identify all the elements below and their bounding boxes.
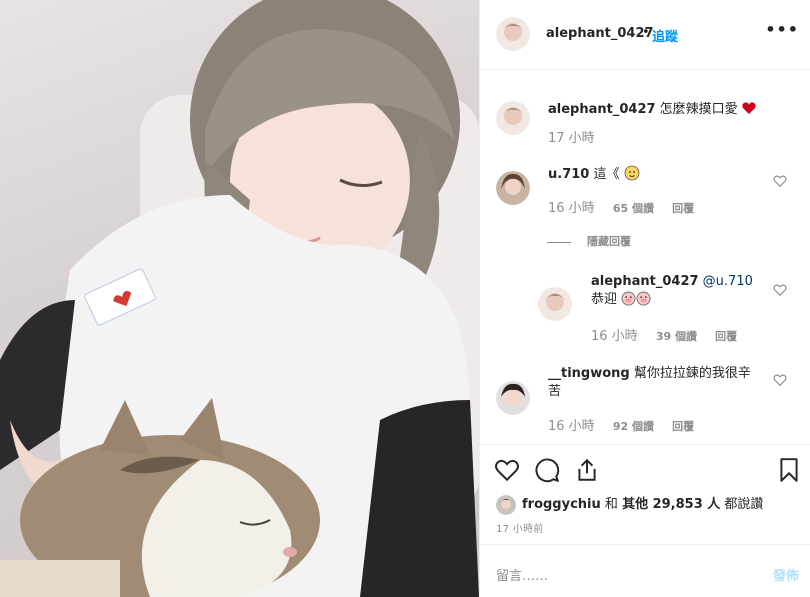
- post-photo[interactable]: [0, 0, 479, 597]
- author-avatar[interactable]: [496, 17, 530, 51]
- comment-likes[interactable]: 65 個讚: [613, 202, 654, 215]
- comment-input[interactable]: 留言……: [496, 565, 548, 584]
- reply-reply-button[interactable]: 回覆: [715, 330, 737, 343]
- likes-others[interactable]: 其他 29,853 人: [622, 497, 720, 512]
- likes-summary: froggychiu 和 其他 29,853 人 都說讚: [496, 493, 763, 515]
- follow-button[interactable]: 追蹤: [652, 26, 678, 45]
- add-comment-bar: 留言…… 發佈: [480, 544, 810, 597]
- comment-icon[interactable]: [534, 457, 560, 483]
- comment-time: 16 小時: [548, 201, 595, 216]
- separator-dot: •: [642, 25, 650, 40]
- post-actions: froggychiu 和 其他 29,853 人 都說讚 17 小時前: [480, 444, 810, 544]
- reply-username[interactable]: alephant_0427: [591, 274, 699, 289]
- liker-avatar[interactable]: [496, 494, 516, 515]
- comment-text: 這《: [593, 167, 620, 182]
- likes-and: 和: [604, 497, 618, 512]
- reply-text: 恭迎: [591, 292, 618, 307]
- comment-username[interactable]: __tingwong: [548, 366, 630, 381]
- author-username[interactable]: alephant_0427: [546, 26, 654, 41]
- like-comment-icon[interactable]: [773, 174, 787, 188]
- like-comment-icon[interactable]: [773, 373, 787, 387]
- post-timestamp[interactable]: 17 小時前: [496, 520, 544, 535]
- caption-text: 怎麼辣摸口愛: [659, 102, 738, 117]
- share-icon[interactable]: [574, 457, 600, 483]
- post-comment-button[interactable]: 發佈: [773, 565, 799, 584]
- post-header: alephant_0427 • 追蹤 •••: [480, 0, 810, 70]
- caption-avatar[interactable]: [496, 101, 530, 135]
- replies-divider: [547, 241, 571, 243]
- reply-button[interactable]: 回覆: [672, 202, 694, 215]
- reply-button[interactable]: 回覆: [672, 420, 694, 433]
- more-options-icon[interactable]: •••: [765, 20, 799, 39]
- commenter-avatar[interactable]: [496, 381, 530, 415]
- reply-avatar[interactable]: [538, 287, 572, 321]
- bookmark-icon[interactable]: [776, 457, 802, 483]
- caption-time: 17 小時: [548, 131, 595, 146]
- comment-likes[interactable]: 92 個讚: [613, 420, 654, 433]
- heart-icon[interactable]: [494, 457, 520, 483]
- reply-likes[interactable]: 39 個讚: [656, 330, 697, 343]
- pig-emoji-icon: [621, 291, 636, 306]
- like-reply-icon[interactable]: [773, 283, 787, 297]
- post-sidebar: alephant_0427 • 追蹤 ••• alephant_0427 怎麼辣…: [479, 0, 810, 597]
- red-heart-icon: [742, 102, 756, 114]
- emoji-icon: [624, 165, 640, 181]
- hide-replies-button[interactable]: 隱藏回覆: [547, 233, 631, 249]
- caption-username[interactable]: alephant_0427: [548, 102, 656, 117]
- liker-username[interactable]: froggychiu: [522, 497, 601, 512]
- photo-illustration: [0, 0, 479, 597]
- pig-emoji-icon: [636, 291, 651, 306]
- comments-list[interactable]: alephant_0427 怎麼辣摸口愛 17 小時 u.710 這《 16 小…: [480, 71, 810, 443]
- comment-username[interactable]: u.710: [548, 167, 589, 182]
- comment-time: 16 小時: [548, 419, 595, 434]
- reply-time: 16 小時: [591, 329, 638, 344]
- reply-mention[interactable]: @u.710: [703, 274, 753, 289]
- likes-suffix: 都說讚: [724, 497, 764, 512]
- commenter-avatar[interactable]: [496, 171, 530, 205]
